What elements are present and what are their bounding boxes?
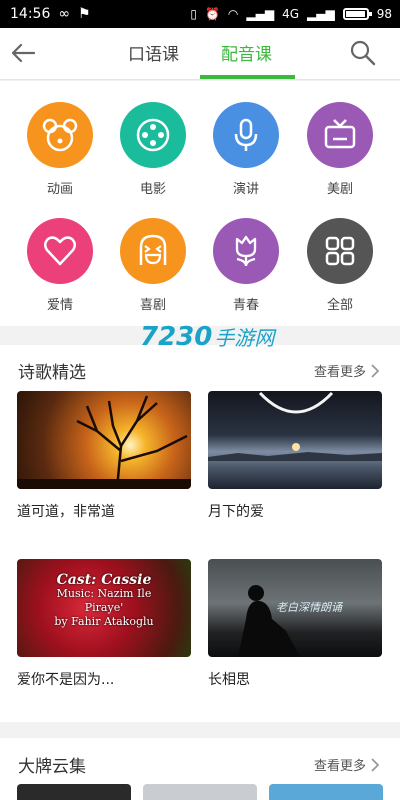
poem-title: 爱你不是因为... bbox=[17, 672, 115, 688]
signal-icon-2: ▂▄▆ bbox=[307, 7, 335, 21]
network-type-label: 4G bbox=[282, 7, 300, 21]
video-overlay-text: Music: Nazim Ile bbox=[56, 587, 152, 600]
poem-card[interactable]: 月下的爱 bbox=[208, 391, 382, 521]
bear-icon bbox=[27, 102, 93, 168]
poem-card[interactable]: Cast: Cassie Music: Nazim Ile Piraye' by… bbox=[17, 559, 191, 689]
chevron-right-icon bbox=[371, 757, 380, 772]
category-label: 喜剧 bbox=[139, 298, 166, 313]
video-overlay-text: by Fahir Atakoglu bbox=[54, 615, 154, 628]
infinity-icon: ∞ bbox=[58, 6, 71, 22]
chevron-right-icon bbox=[371, 363, 380, 378]
category-us-drama[interactable]: 美剧 bbox=[300, 102, 380, 197]
status-bar: 14:56 ∞ ⚑ ▯ ⏰ ◠ ▂▄▆ 4G ▂▄▆ 98 bbox=[0, 0, 400, 28]
flag-icon: ⚑ bbox=[78, 6, 91, 22]
microphone-icon bbox=[213, 102, 279, 168]
tab-dubbing-lessons[interactable]: 配音课 bbox=[221, 40, 272, 65]
red-rose-video-image: Cast: Cassie Music: Nazim Ile Piraye' by… bbox=[17, 559, 191, 657]
category-romance[interactable]: 爱情 bbox=[20, 218, 100, 313]
see-more-link[interactable]: 查看更多 bbox=[314, 755, 380, 774]
lonely-figure-image: 老白深情朗诵 bbox=[208, 559, 382, 657]
app-header: 口语课 配音课 bbox=[0, 28, 400, 80]
section-title: 诗歌精选 bbox=[18, 363, 86, 383]
see-more-link[interactable]: 查看更多 bbox=[314, 361, 380, 380]
grid-icon bbox=[307, 218, 373, 284]
video-overlay-text: Cast: Cassie bbox=[56, 572, 152, 588]
search-icon[interactable] bbox=[348, 38, 378, 68]
active-tab-indicator bbox=[200, 75, 295, 79]
poetry-section: 诗歌精选 查看更多 道可道，非常道 月下的爱 Cast: Cassie Musi… bbox=[0, 345, 400, 722]
category-label: 电影 bbox=[139, 182, 166, 197]
watermark: 7230 手游网 bbox=[140, 322, 274, 352]
category-comedy[interactable]: 喜剧 bbox=[113, 218, 193, 313]
see-more-label: 查看更多 bbox=[313, 365, 366, 380]
category-label: 爱情 bbox=[46, 298, 73, 313]
moonlit-sea-image bbox=[208, 391, 382, 489]
video-overlay-text: 老白深情朗诵 bbox=[276, 601, 342, 614]
heart-icon bbox=[27, 218, 93, 284]
category-label: 动画 bbox=[46, 182, 73, 197]
watermark-number: 7230 bbox=[140, 322, 213, 352]
film-reel-icon bbox=[120, 102, 186, 168]
tulip-icon bbox=[213, 218, 279, 284]
back-arrow-icon[interactable] bbox=[8, 38, 38, 68]
category-animation[interactable]: 动画 bbox=[20, 102, 100, 197]
category-speech[interactable]: 演讲 bbox=[206, 102, 286, 197]
poem-card[interactable]: 道可道，非常道 bbox=[17, 391, 191, 521]
category-grid: 动画 电影 演讲 美剧 爱情 喜剧 青春 全部 bbox=[0, 81, 400, 326]
category-all[interactable]: 全部 bbox=[300, 218, 380, 313]
poem-title: 月下的爱 bbox=[208, 504, 264, 520]
category-youth[interactable]: 青春 bbox=[206, 218, 286, 313]
see-more-label: 查看更多 bbox=[313, 759, 366, 774]
battery-icon bbox=[342, 8, 372, 20]
category-movie[interactable]: 电影 bbox=[113, 102, 193, 197]
tab-spoken-lessons[interactable]: 口语课 bbox=[128, 40, 179, 65]
bigname-thumbnail[interactable] bbox=[143, 784, 257, 800]
video-overlay-text: Piraye' bbox=[84, 601, 124, 614]
section-title: 大牌云集 bbox=[18, 757, 86, 777]
category-label: 演讲 bbox=[232, 182, 259, 197]
poem-title: 长相思 bbox=[208, 672, 250, 688]
poem-card[interactable]: 老白深情朗诵 长相思 bbox=[208, 559, 382, 689]
signal-icon: ▂▄▆ bbox=[246, 7, 275, 21]
category-label: 美剧 bbox=[326, 182, 353, 197]
clock: 14:56 bbox=[10, 6, 51, 22]
alarm-icon: ⏰ bbox=[204, 7, 220, 21]
bigname-thumbnail[interactable] bbox=[269, 784, 383, 800]
watermark-text: 手游网 bbox=[214, 326, 275, 350]
category-label: 全部 bbox=[326, 298, 353, 313]
sunset-tree-image bbox=[17, 391, 191, 489]
vibrate-icon: ▯ bbox=[190, 7, 197, 21]
laughing-face-icon bbox=[120, 218, 186, 284]
wifi-icon: ◠ bbox=[227, 7, 239, 21]
tv-icon bbox=[307, 102, 373, 168]
bigname-thumbnail[interactable] bbox=[17, 784, 131, 800]
category-label: 青春 bbox=[232, 298, 259, 313]
poem-title: 道可道，非常道 bbox=[17, 504, 115, 520]
battery-level: 98 bbox=[376, 7, 392, 21]
